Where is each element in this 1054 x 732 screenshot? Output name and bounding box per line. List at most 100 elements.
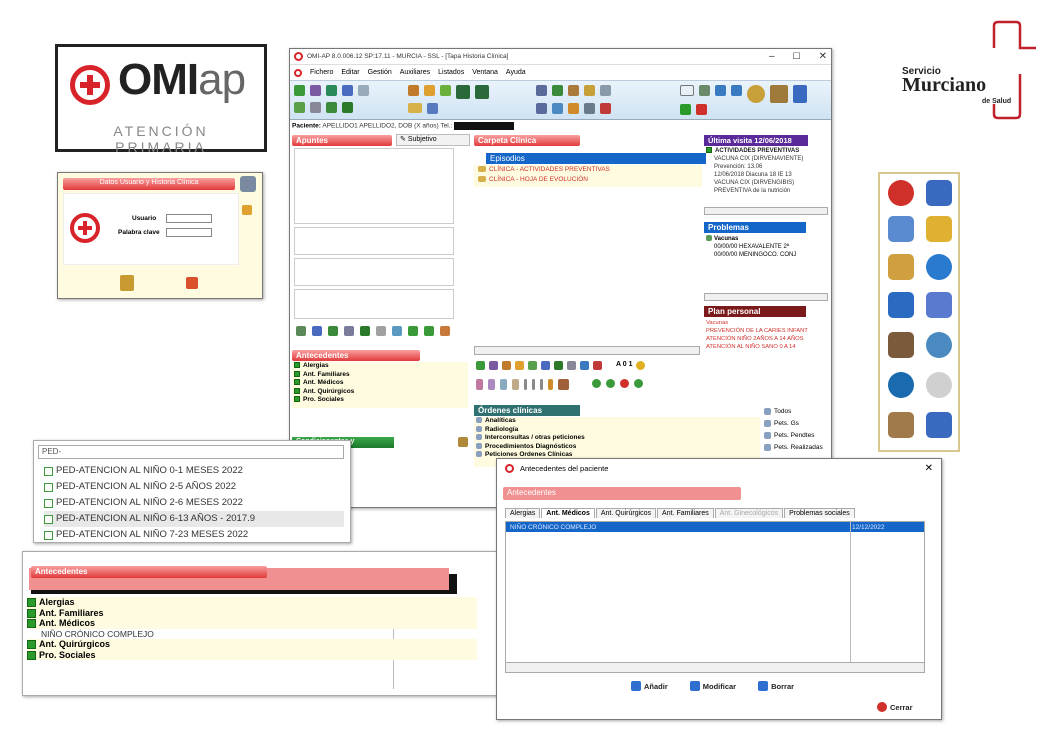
ap-tool-5-icon[interactable]	[360, 326, 370, 336]
ap-tool-8-icon[interactable]	[408, 326, 418, 336]
ct-leaf-icon[interactable]	[528, 361, 537, 370]
accept-key-icon[interactable]	[120, 275, 134, 291]
ant-big-familiares[interactable]: Ant. Familiares	[27, 607, 477, 618]
add-button[interactable]: Añadir	[631, 681, 668, 691]
menu-auxiliares[interactable]: Auxiliares	[400, 69, 430, 76]
pal-power-icon[interactable]	[888, 180, 914, 206]
ct-flask-1-icon[interactable]	[476, 379, 483, 390]
ant-item-quirurgicos[interactable]: Ant. Quirúrgicos	[294, 388, 468, 397]
uv-item-4[interactable]: VACUNA CIX (DIRVENGIBIS)	[706, 179, 824, 187]
ped-item[interactable]: PED-ATENCION AL NIÑO 2-6 MESES 2022	[44, 495, 344, 511]
condicionantes-edit-icon[interactable]	[458, 437, 468, 447]
ct-line-1-icon[interactable]	[524, 379, 527, 390]
ant-item-medicos[interactable]: Ant. Médicos	[294, 379, 468, 388]
tb-syringe-icon[interactable]	[408, 85, 419, 96]
carpeta-episodios[interactable]: Episodios	[486, 153, 706, 164]
ped-item[interactable]: PED-ATENCION AL NIÑO 0-1 MESES 2022	[44, 463, 344, 479]
delete-button[interactable]: Borrar	[758, 681, 794, 691]
ultima-visita-hscroll[interactable]	[704, 207, 828, 215]
close-dialog-button[interactable]: Cerrar	[877, 702, 913, 712]
pal-lifebuoy-icon[interactable]	[926, 254, 952, 280]
tb-note-icon[interactable]	[600, 85, 611, 96]
problemas-hscroll[interactable]	[704, 293, 828, 301]
dialog-close-x[interactable]: ✕	[925, 463, 933, 474]
ant-big-alergias[interactable]: Alergias	[27, 597, 477, 608]
pal-computer-icon[interactable]	[888, 292, 914, 318]
ped-item[interactable]: PED-ATENCION AL NIÑO 7-23 MESES 2022	[44, 527, 344, 543]
dialog-row-selected[interactable]: NIÑO CRÓNICO COMPLEJO 12/12/2022	[506, 522, 924, 532]
ap-tool-9-icon[interactable]	[424, 326, 434, 336]
carpeta-hscroll[interactable]	[474, 346, 700, 355]
ap-tool-2-icon[interactable]	[312, 326, 322, 336]
tab-ant-ginecologicos[interactable]: Ant. Ginecológicos	[714, 508, 784, 518]
pal-save-icon[interactable]	[926, 180, 952, 206]
tb-pen-icon[interactable]	[310, 102, 321, 113]
tb-people-icon[interactable]	[342, 102, 353, 113]
ant-item-familiares[interactable]: Ant. Familiares	[294, 371, 468, 380]
minimize-button[interactable]: –	[769, 51, 775, 62]
tb-heart-icon[interactable]	[342, 85, 353, 96]
menu-ayuda[interactable]: Ayuda	[506, 69, 526, 76]
uv-item-2[interactable]: Prevención: 13.06	[706, 163, 824, 171]
ct-chart-icon[interactable]	[541, 361, 550, 370]
apuntes-area-2[interactable]	[294, 227, 454, 255]
uv-item-0[interactable]: ACTIVIDADES PREVENTIVAS	[715, 148, 799, 154]
ct-pill-icon[interactable]	[515, 361, 524, 370]
ct-flask-3-icon[interactable]	[500, 379, 507, 390]
ct-bag-icon[interactable]	[558, 379, 569, 390]
ct-pen-icon[interactable]	[489, 361, 498, 370]
apuntes-area-1[interactable]	[294, 148, 454, 224]
ct-heart-icon[interactable]	[593, 361, 602, 370]
uv-item-3[interactable]: 12/06/2018 Diacuna 18 IE 13	[706, 171, 824, 179]
ct-sun-icon[interactable]	[636, 361, 646, 370]
tab-ant-quirurgicos[interactable]: Ant. Quirúrgicos	[595, 508, 657, 518]
dialog-hscroll[interactable]	[506, 662, 924, 672]
plan-item-0[interactable]: Vacunas	[706, 319, 830, 327]
ct-dot-2-icon[interactable]	[606, 379, 615, 388]
uv-item-5[interactable]: PREVENTIVA de la nutrición	[706, 187, 824, 195]
ct-line-2-icon[interactable]	[532, 379, 535, 390]
uv-item-1[interactable]: VACUNA CIX (DIRVENAVIENTE)	[706, 155, 824, 163]
filter-realizadas[interactable]: Pets. Realizadas	[764, 442, 830, 454]
tb-exit-icon[interactable]	[793, 85, 807, 103]
menu-gestion[interactable]: Gestión	[368, 69, 392, 76]
tb-heart2-icon[interactable]	[600, 103, 611, 114]
exit-door-icon[interactable]	[186, 277, 198, 289]
ct-dot-3-icon[interactable]	[620, 379, 629, 388]
tb-globe-icon[interactable]	[715, 85, 726, 96]
tb-help-icon[interactable]	[747, 85, 765, 103]
tab-alergias[interactable]: Alergias	[505, 508, 541, 518]
tb-agenda-icon[interactable]	[326, 85, 337, 96]
ped-header[interactable]: PED-	[38, 445, 344, 459]
tb-search-icon[interactable]	[456, 85, 470, 99]
pal-book-icon[interactable]	[926, 412, 952, 438]
tab-ant-medicos[interactable]: Ant. Médicos	[541, 508, 595, 518]
user-field[interactable]	[166, 214, 212, 223]
tb-folder-icon[interactable]	[408, 103, 422, 113]
pal-map-icon[interactable]	[888, 412, 914, 438]
tab-ant-familiares[interactable]: Ant. Familiares	[657, 508, 714, 518]
tb-bin-icon[interactable]	[584, 103, 595, 114]
ap-tool-7-icon[interactable]	[392, 326, 402, 336]
ct-dot-1-icon[interactable]	[592, 379, 601, 388]
problema-vacunas[interactable]: Vacunas	[714, 236, 738, 242]
tb-plant-icon[interactable]	[440, 85, 451, 96]
plan-item-3[interactable]: ATENCIÓN AL NIÑO SANO 0 A 14	[706, 343, 830, 351]
close-button[interactable]: ✕	[819, 51, 827, 62]
menu-listados[interactable]: Listados	[438, 69, 464, 76]
pal-pencil-icon[interactable]	[926, 216, 952, 242]
tb-pill-icon[interactable]	[424, 85, 435, 96]
ped-item[interactable]: PED-ATENCION AL NIÑO 2-5 AÑOS 2022	[44, 479, 344, 495]
tb-chart-icon[interactable]	[326, 102, 337, 113]
pal-globe-icon[interactable]	[888, 372, 914, 398]
filter-pendientes[interactable]: Pets. Pendtes	[764, 430, 830, 442]
ord-radiologia[interactable]: Radiología	[476, 426, 760, 435]
ct-syringe-icon[interactable]	[502, 361, 511, 370]
key-icon[interactable]	[240, 176, 256, 192]
ord-procedimientos[interactable]: Procedimientos Diagnósticos	[476, 443, 760, 452]
menu-ventana[interactable]: Ventana	[472, 69, 498, 76]
ord-analiticas[interactable]: Analíticas	[476, 417, 760, 426]
tb-pencil-icon[interactable]	[699, 85, 710, 96]
ap-tool-6-icon[interactable]	[376, 326, 386, 336]
pal-list-icon[interactable]	[926, 292, 952, 318]
